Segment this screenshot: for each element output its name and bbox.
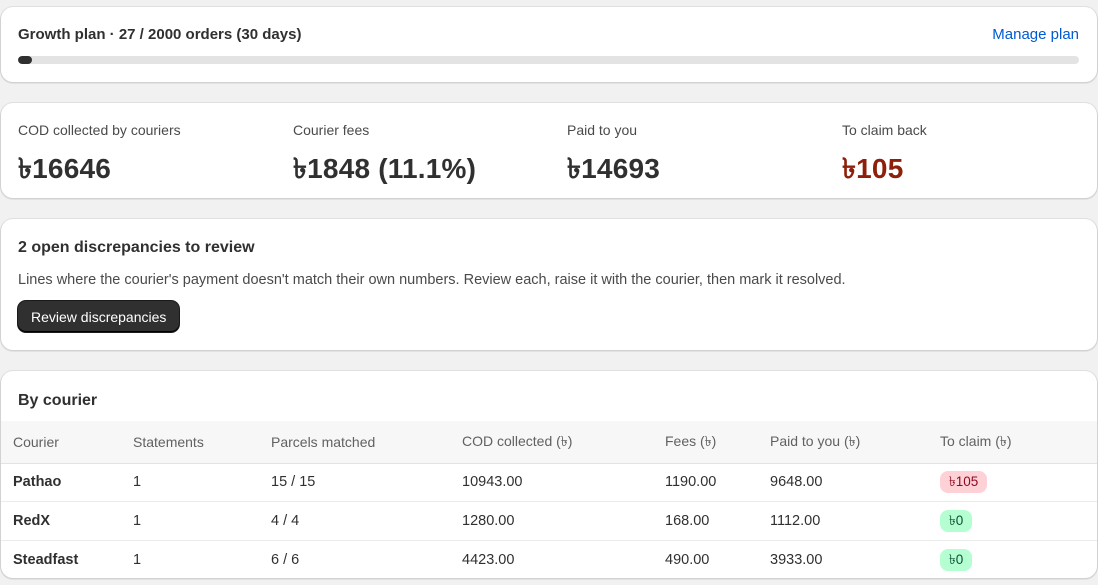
fees: 1190.00 xyxy=(665,463,770,502)
by-courier-title: By courier xyxy=(18,392,98,409)
column-header-paid-to-you: Paid to you (৳) xyxy=(770,421,940,464)
plan-usage-progress-bar xyxy=(18,56,1079,64)
to-claim-cell: ৳0 xyxy=(940,501,1097,541)
stat-to-claim-back: To claim back ৳105 xyxy=(842,122,927,194)
courier-table: Courier Statements Parcels matched COD c… xyxy=(1,421,1097,578)
column-header-parcels-matched: Parcels matched xyxy=(271,421,462,464)
fees: 490.00 xyxy=(665,551,710,568)
fees: 168.00 xyxy=(665,501,770,541)
column-header-cod-collected: COD collected (৳) xyxy=(462,421,665,464)
discrepancies-card: 2 open discrepancies to review Lines whe… xyxy=(1,219,1097,350)
table-header-row: Courier Statements Parcels matched COD c… xyxy=(1,421,1097,464)
discrepancies-description: Lines where the courier's payment doesn'… xyxy=(18,272,846,288)
stat-courier-fees: Courier fees ৳1848 (11.1%) xyxy=(293,122,476,194)
plan-usage-progress-fill xyxy=(18,56,33,64)
parcels-matched: 15 / 15 xyxy=(271,463,462,502)
table-row: RedX 1 4 / 4 1280.00 168.00 1112.00 ৳0 xyxy=(1,501,1097,541)
stat-label: Courier fees xyxy=(293,122,370,138)
discrepancies-title: 2 open discrepancies to review xyxy=(18,239,255,256)
to-claim-badge: ৳105 xyxy=(940,471,988,494)
column-header-to-claim: To claim (৳) xyxy=(940,421,1097,464)
to-claim-badge: ৳0 xyxy=(940,548,973,571)
column-header-statements: Statements xyxy=(133,421,271,464)
table-row: Steadfast 1 6 / 6 4423.00 490.00 3933.00… xyxy=(1,540,1097,578)
to-claim-badge: ৳0 xyxy=(940,509,973,532)
stat-value: ৳1848 (11.1%) xyxy=(293,153,477,184)
column-header-fees: Fees (৳) xyxy=(665,421,770,464)
review-discrepancies-button[interactable]: Review discrepancies xyxy=(18,301,180,332)
by-courier-card: By courier Courier Statements Parcels ma… xyxy=(1,371,1097,578)
stat-paid-to-you: Paid to you ৳14693 xyxy=(567,122,660,194)
plan-usage-card: Growth plan · 27 / 2000 orders (30 days)… xyxy=(1,7,1097,82)
parcels-matched: 6 / 6 xyxy=(271,551,300,568)
summary-stats-card: COD collected by couriers ৳16646 Courier… xyxy=(1,103,1097,198)
stat-cod-collected: COD collected by couriers ৳16646 xyxy=(18,122,181,194)
courier-name: RedX xyxy=(1,501,133,541)
stat-label: COD collected by couriers xyxy=(18,122,181,138)
manage-plan-link[interactable]: Manage plan xyxy=(992,26,1079,43)
table-row: Pathao 1 15 / 15 10943.00 1190.00 9648.0… xyxy=(1,463,1097,502)
cod-collected: 4423.00 xyxy=(462,551,515,568)
paid-to-you: 9648.00 xyxy=(770,463,940,502)
to-claim-cell: ৳0 xyxy=(940,540,1097,578)
stat-label: To claim back xyxy=(842,122,927,138)
statements-count: 1 xyxy=(133,463,271,502)
cod-collected: 10943.00 xyxy=(462,463,665,502)
statements-count: 1 xyxy=(133,501,271,541)
paid-to-you: 1112.00 xyxy=(770,501,940,541)
to-claim-cell: ৳105 xyxy=(940,463,1097,502)
plan-usage-title: Growth plan · 27 / 2000 orders (30 days) xyxy=(18,26,302,43)
courier-name: Pathao xyxy=(1,463,133,502)
courier-name: Steadfast xyxy=(13,551,79,568)
parcels-matched: 4 / 4 xyxy=(271,501,462,541)
paid-to-you: 3933.00 xyxy=(770,551,823,568)
stat-value: ৳105 xyxy=(842,153,904,184)
stat-label: Paid to you xyxy=(567,122,638,138)
stat-value: ৳16646 xyxy=(18,153,112,184)
stat-value: ৳14693 xyxy=(567,153,661,184)
column-header-courier: Courier xyxy=(1,421,133,464)
cod-collected: 1280.00 xyxy=(462,501,665,541)
statements-count: 1 xyxy=(133,551,142,568)
